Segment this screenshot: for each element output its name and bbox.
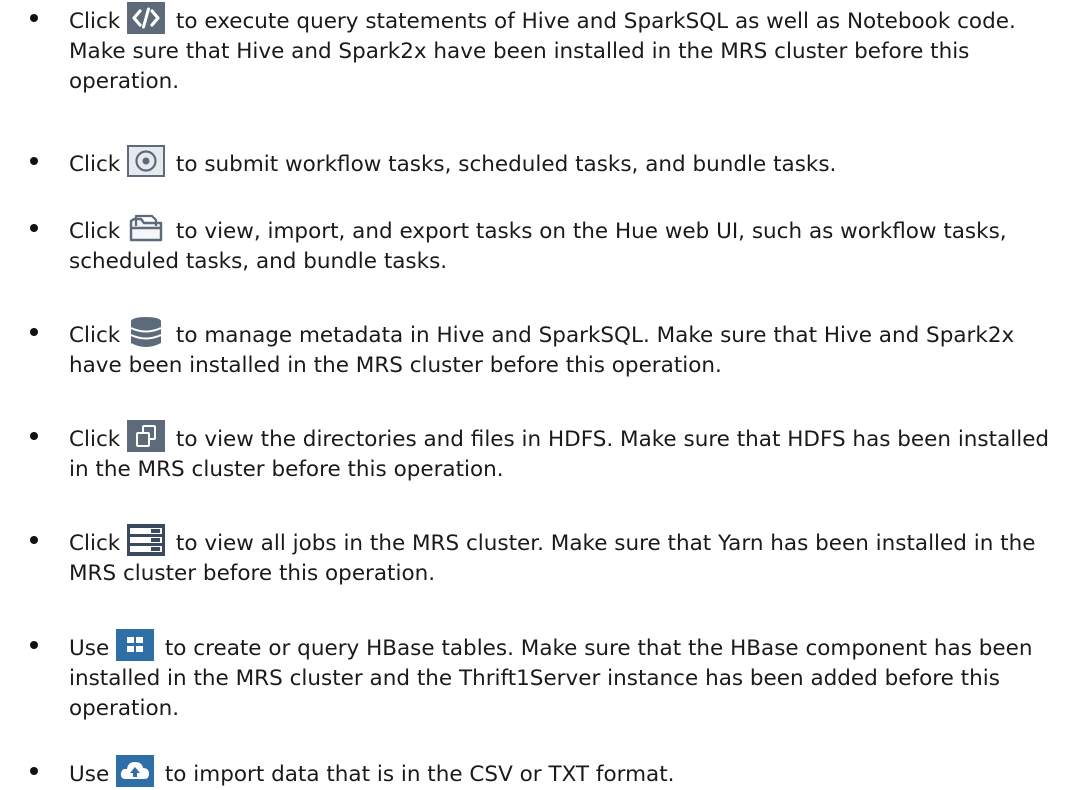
code-editor-icon[interactable] bbox=[127, 2, 166, 34]
item-verb: Click bbox=[69, 323, 121, 348]
item-verb: Click bbox=[69, 152, 121, 177]
item-text: Use to import data that is in the CSV or… bbox=[69, 755, 1059, 790]
folder-icon[interactable] bbox=[127, 212, 165, 244]
item-text: Click to manage metadata in Hive and Spa… bbox=[69, 316, 1059, 381]
bullet-list: Click to execute query statements of Hiv… bbox=[0, 0, 1074, 787]
files-icon[interactable] bbox=[127, 420, 166, 452]
item-verb: Click bbox=[69, 9, 121, 34]
bullet-dot bbox=[30, 157, 38, 165]
item-description: to manage metadata in Hive and SparkSQL.… bbox=[69, 323, 1015, 378]
item-text: Click to execute query statements of Hiv… bbox=[69, 2, 1059, 97]
scheduler-icon[interactable] bbox=[127, 145, 166, 177]
bullet-dot bbox=[30, 432, 38, 440]
item-description: to import data that is in the CSV or TXT… bbox=[164, 762, 675, 787]
item-verb: Click bbox=[69, 219, 121, 244]
item-description: to view, import, and export tasks on the… bbox=[69, 219, 1007, 274]
item-description: to execute query statements of Hive and … bbox=[69, 9, 1016, 94]
item-verb: Click bbox=[69, 531, 121, 556]
item-verb: Use bbox=[69, 636, 110, 661]
item-text: Click to submit workflow tasks, schedule… bbox=[69, 145, 1059, 180]
item-description: to submit workflow tasks, scheduled task… bbox=[175, 152, 837, 177]
database-icon[interactable] bbox=[127, 316, 165, 348]
item-text: Click to view the directories and files … bbox=[69, 420, 1059, 485]
item-description: to view the directories and files in HDF… bbox=[69, 427, 1050, 482]
hbase-grid-icon[interactable] bbox=[116, 629, 155, 661]
bullet-dot bbox=[30, 224, 38, 232]
bullet-dot bbox=[30, 536, 38, 544]
item-text: Click to view, import, and export tasks … bbox=[69, 212, 1059, 277]
jobs-icon[interactable] bbox=[127, 524, 166, 556]
bullet-dot bbox=[30, 767, 38, 775]
item-text: Click to view all jobs in the MRS cluste… bbox=[69, 524, 1059, 589]
item-text: Use to create or query HBase tables. Mak… bbox=[69, 629, 1059, 724]
bullet-dot bbox=[30, 641, 38, 649]
bullet-dot bbox=[30, 328, 38, 336]
item-description: to create or query HBase tables. Make su… bbox=[69, 636, 1033, 721]
item-verb: Click bbox=[69, 427, 121, 452]
item-description: to view all jobs in the MRS cluster. Mak… bbox=[69, 531, 1036, 586]
item-verb: Use bbox=[69, 762, 110, 787]
cloud-upload-icon[interactable] bbox=[116, 755, 155, 787]
bullet-dot bbox=[30, 14, 38, 22]
